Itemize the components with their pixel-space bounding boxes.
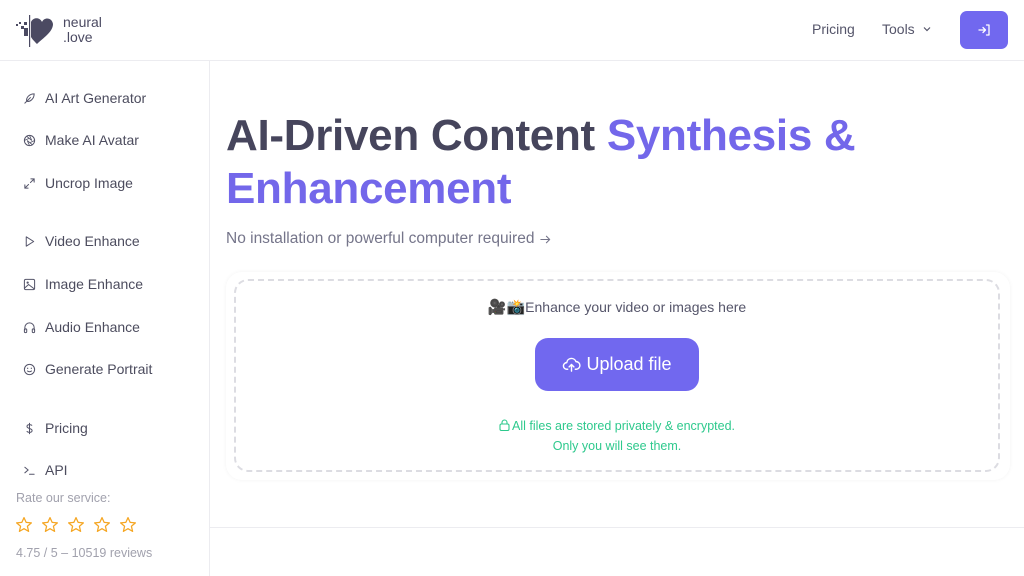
aperture-icon [22,133,37,148]
sidebar-item-audio-enhance[interactable]: Audio Enhance [22,319,140,335]
upload-file-button[interactable]: Upload file [535,338,699,391]
star-icon[interactable] [93,516,111,534]
hero-subtitle: No installation or powerful computer req… [226,230,535,247]
nav-tools-dropdown[interactable]: Tools [882,21,933,37]
top-navbar: neural .love Pricing Tools [0,0,1024,61]
dropzone-prompt-text: Enhance your video or images here [525,299,747,315]
privacy-line1: All files are stored privately & encrypt… [511,419,736,433]
rate-label: Rate our service: [16,491,111,505]
upload-button-label: Upload file [586,354,672,374]
sidebar-item-label: Pricing [45,420,88,436]
login-arrow-icon [978,24,990,36]
sidebar-item-api[interactable]: API [22,462,68,478]
privacy-line2: Only you will see them. [552,439,682,453]
image-icon [22,277,37,292]
sidebar-item-label: Image Enhance [45,276,144,292]
sidebar-item-ai-art-generator[interactable]: AI Art Generator [22,90,146,106]
logo[interactable]: neural .love [15,12,102,48]
arrow-right-icon [540,235,551,243]
star-icon[interactable] [119,516,137,534]
upload-card: 🎥📸Enhance your video or images here Uplo… [226,272,1010,480]
dollar-icon [22,421,37,436]
star-rating[interactable] [15,516,137,534]
sidebar-item-image-enhance[interactable]: Image Enhance [22,276,143,292]
star-icon[interactable] [15,516,33,534]
nav-pricing-link[interactable]: Pricing [812,21,855,37]
sidebar: AI Art Generator Make AI Avatar Uncrop I… [0,61,210,576]
hero-title-plain: AI-Driven Content [226,111,607,160]
sidebar-item-uncrop-image[interactable]: Uncrop Image [22,175,133,191]
sidebar-item-generate-portrait[interactable]: Generate Portrait [22,361,152,377]
sidebar-item-make-ai-avatar[interactable]: Make AI Avatar [22,132,139,148]
login-button[interactable] [960,11,1008,49]
smile-icon [22,362,37,377]
terminal-icon [22,463,37,478]
logo-line1: neural [63,14,102,30]
sidebar-item-label: AI Art Generator [45,90,147,106]
sidebar-item-label: API [45,462,68,478]
star-icon[interactable] [67,516,85,534]
logo-line2: .love [63,29,93,45]
dropzone-prompt: 🎥📸Enhance your video or images here [236,298,998,316]
hero-title: AI-Driven Content Synthesis & Enhancemen… [226,109,926,215]
nav-tools-label: Tools [882,21,915,37]
rating-summary: 4.75 / 5 – 10519 reviews [16,546,153,560]
play-icon [22,234,37,249]
heart-logo-icon [16,15,53,47]
expand-icon [22,176,37,191]
headphones-icon [22,320,37,335]
sidebar-item-video-enhance[interactable]: Video Enhance [22,233,140,249]
privacy-notice: All files are stored privately & encrypt… [236,416,998,456]
sidebar-item-label: Make AI Avatar [45,132,139,148]
cloud-upload-icon [563,357,582,372]
sidebar-item-label: Video Enhance [45,233,140,249]
hero-subtitle-link[interactable]: No installation or powerful computer req… [226,230,552,248]
chevron-down-icon [923,27,931,32]
main-content: AI-Driven Content Synthesis & Enhancemen… [210,61,1024,576]
camera-emoji-icon: 🎥📸 [487,299,526,316]
sidebar-item-label: Generate Portrait [45,361,153,377]
logo-text: neural .love [63,15,102,45]
star-icon[interactable] [41,516,59,534]
sidebar-item-label: Uncrop Image [45,175,133,191]
lock-icon [499,419,510,432]
sidebar-item-label: Audio Enhance [45,319,140,335]
section-divider [210,527,1024,528]
feather-icon [22,91,37,106]
file-dropzone[interactable]: 🎥📸Enhance your video or images here Uplo… [234,279,1000,472]
sidebar-item-pricing[interactable]: Pricing [22,420,88,436]
